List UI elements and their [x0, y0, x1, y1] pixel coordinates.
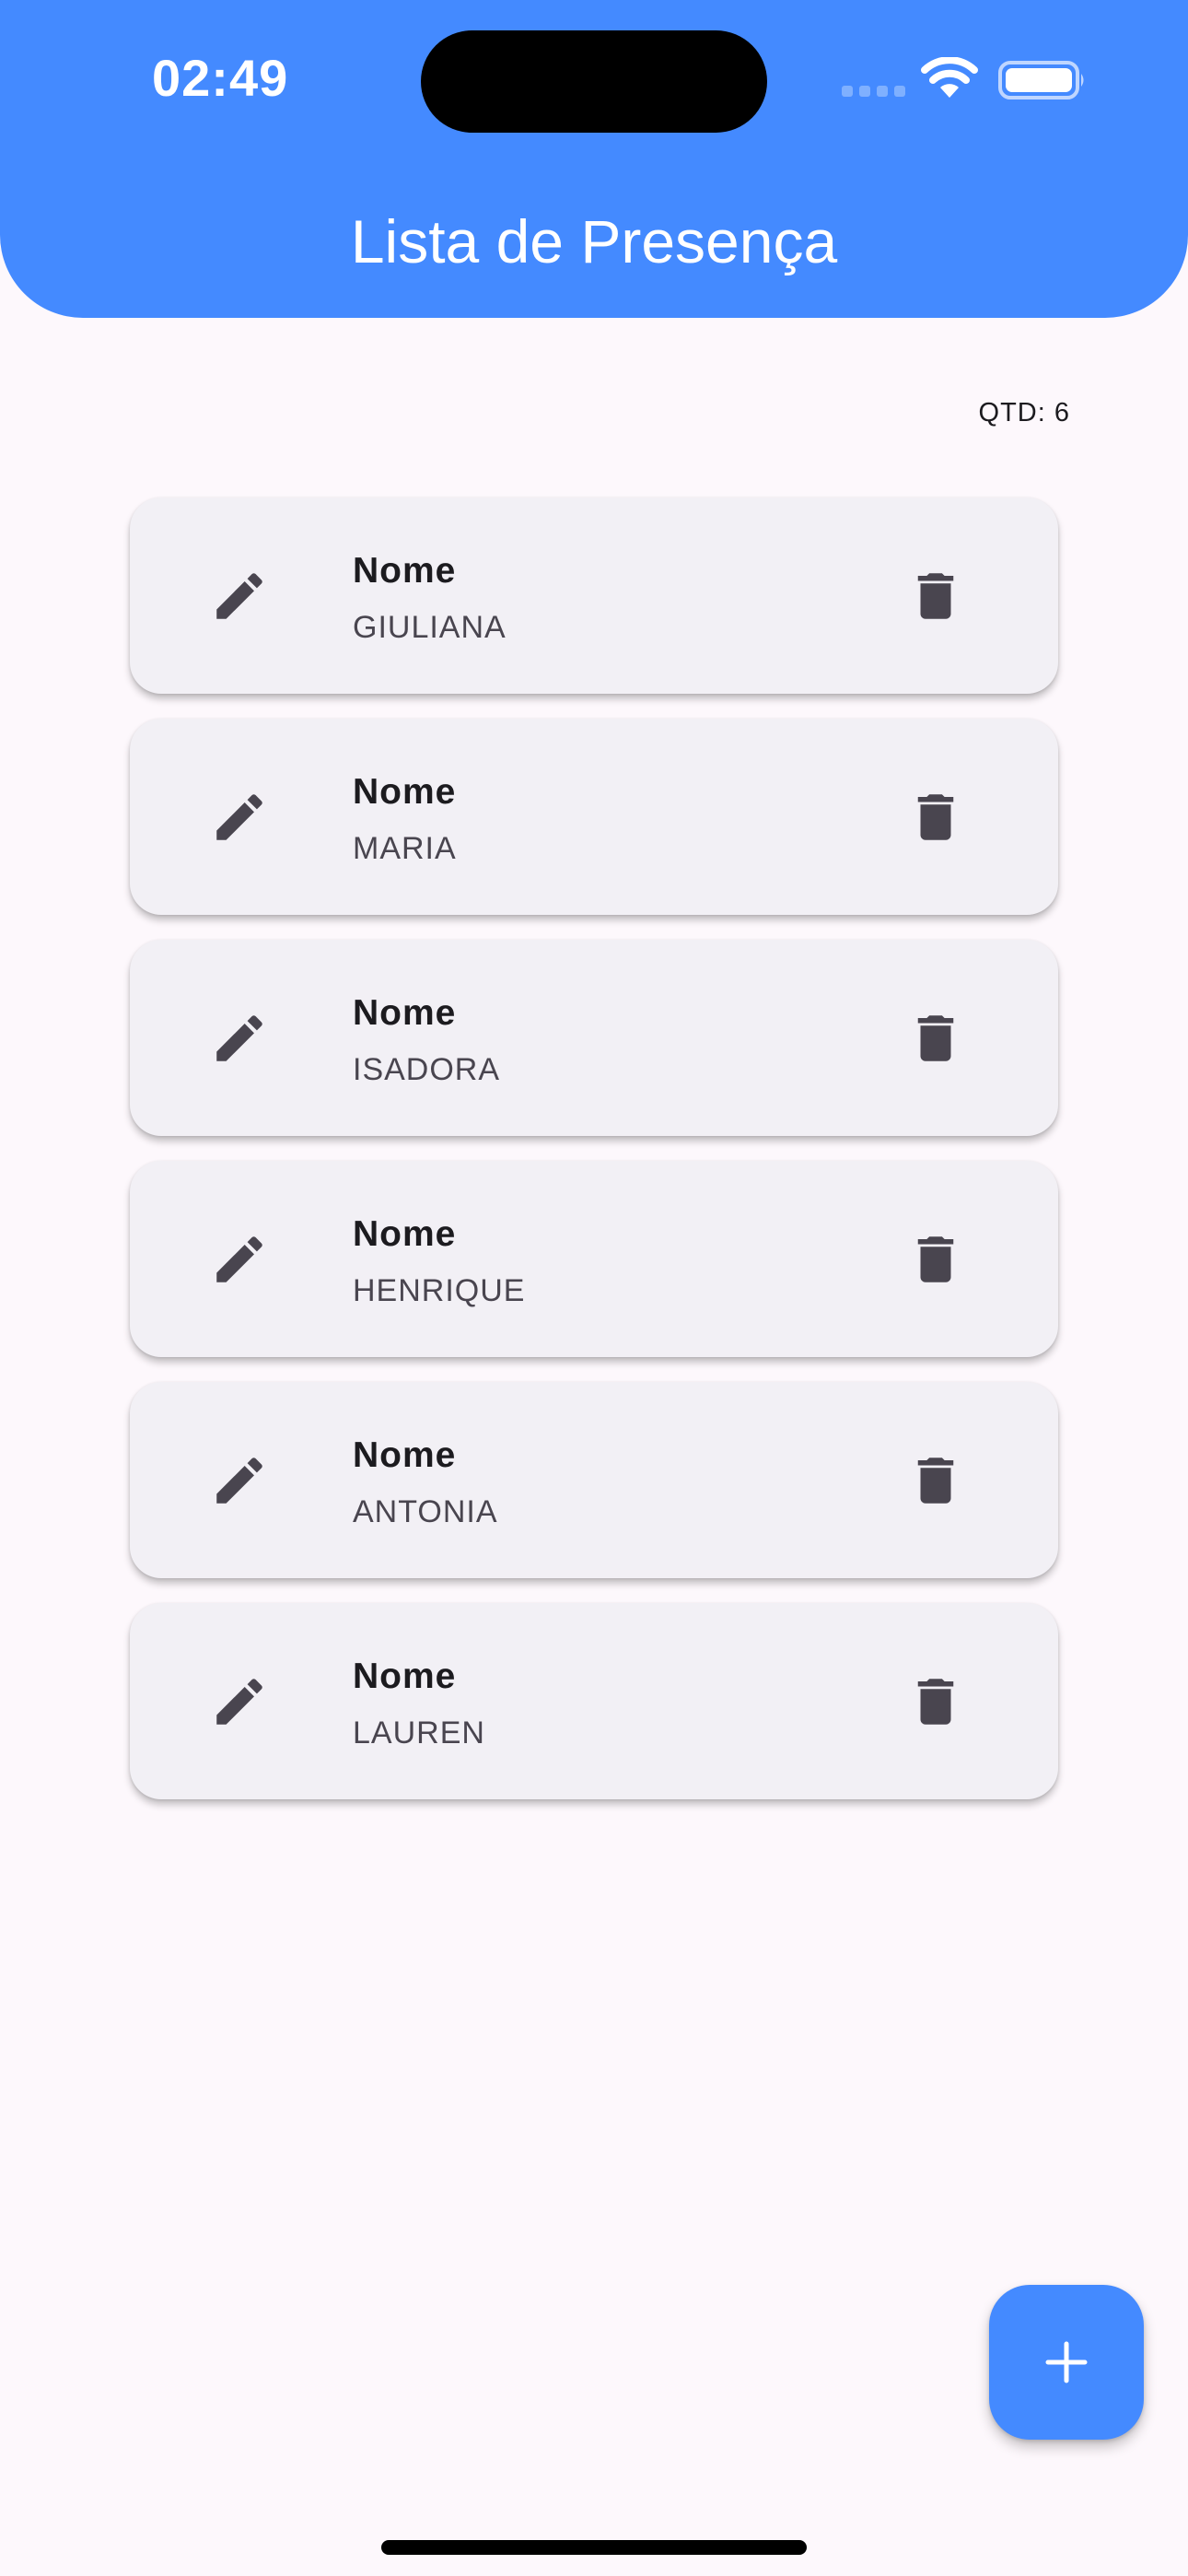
list-item: Nome LAUREN: [130, 1603, 1058, 1799]
pencil-icon: [216, 1015, 262, 1061]
item-label: Nome: [353, 551, 457, 591]
item-label: Nome: [353, 1657, 457, 1696]
trash-icon: [917, 573, 954, 619]
item-name: LAUREN: [353, 1715, 485, 1751]
attendance-list: Nome GIULIANA Nome MARIA Nome ISADORA No…: [130, 498, 1058, 1824]
trash-icon: [917, 794, 954, 840]
item-name: ANTONIA: [353, 1494, 498, 1529]
delete-button[interactable]: [905, 1008, 966, 1069]
item-name: ISADORA: [353, 1052, 501, 1087]
delete-button[interactable]: [905, 787, 966, 848]
status-time: 02:49: [152, 49, 289, 107]
dynamic-island: [421, 30, 767, 133]
item-name: HENRIQUE: [353, 1273, 526, 1308]
app-bar: 02:49 Lista de Presença: [0, 0, 1188, 318]
list-item: Nome ANTONIA: [130, 1382, 1058, 1578]
item-label: Nome: [353, 1435, 457, 1475]
edit-button[interactable]: [209, 1671, 270, 1732]
plus-icon: [1045, 2341, 1088, 2383]
list-item: Nome HENRIQUE: [130, 1161, 1058, 1357]
item-label: Nome: [353, 772, 457, 812]
list-item: Nome ISADORA: [130, 940, 1058, 1136]
edit-button[interactable]: [209, 787, 270, 848]
pencil-icon: [216, 1679, 262, 1725]
delete-button[interactable]: [905, 1450, 966, 1511]
edit-button[interactable]: [209, 566, 270, 626]
delete-button[interactable]: [905, 566, 966, 626]
item-name: MARIA: [353, 831, 457, 866]
item-label: Nome: [353, 1214, 457, 1254]
trash-icon: [917, 1236, 954, 1282]
trash-icon: [917, 1679, 954, 1725]
wifi-icon: [921, 57, 978, 98]
trash-icon: [917, 1458, 954, 1504]
pencil-icon: [216, 573, 262, 619]
add-button[interactable]: [989, 2285, 1144, 2440]
edit-button[interactable]: [209, 1450, 270, 1511]
item-name: GIULIANA: [353, 610, 507, 645]
attendance-count: QTD: 6: [978, 398, 1070, 427]
delete-button[interactable]: [905, 1229, 966, 1290]
trash-icon: [917, 1015, 954, 1061]
pencil-icon: [216, 1458, 262, 1504]
edit-button[interactable]: [209, 1229, 270, 1290]
home-indicator[interactable]: [381, 2540, 807, 2555]
pencil-icon: [216, 1236, 262, 1282]
delete-button[interactable]: [905, 1671, 966, 1732]
item-label: Nome: [353, 993, 457, 1033]
page-title: Lista de Presença: [350, 207, 838, 275]
list-item: Nome GIULIANA: [130, 498, 1058, 694]
pencil-icon: [216, 794, 262, 840]
battery-icon: [998, 61, 1084, 100]
list-item: Nome MARIA: [130, 719, 1058, 915]
edit-button[interactable]: [209, 1008, 270, 1069]
cellular-signal-icon: [842, 86, 905, 97]
